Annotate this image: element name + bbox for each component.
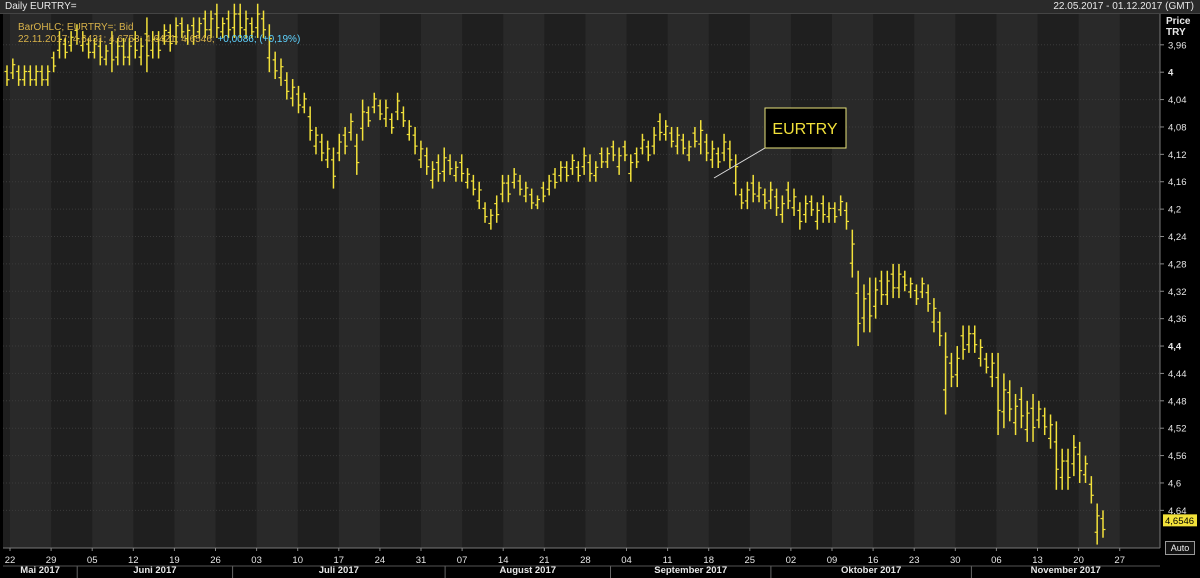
month-label: Mai 2017 — [20, 565, 60, 576]
week-band — [10, 14, 52, 548]
date-tick-label: 27 — [1114, 555, 1125, 566]
month-label: November 2017 — [1031, 565, 1101, 576]
legend-change: +0,0086; (+0,19%) — [217, 34, 301, 45]
week-band — [92, 14, 134, 548]
date-axis-bg — [0, 548, 1200, 578]
price-tick-label: 4,2 — [1168, 205, 1181, 216]
date-tick-label: 07 — [457, 555, 468, 566]
date-tick-label: 25 — [745, 555, 756, 566]
date-tick-label: 03 — [251, 555, 262, 566]
month-label: Juni 2017 — [133, 565, 176, 576]
week-band — [421, 14, 463, 548]
date-tick-label: 23 — [909, 555, 920, 566]
week-band — [174, 14, 216, 548]
price-tick-label: 4,36 — [1168, 314, 1187, 325]
legend-series-line: BarOHLC; EURTRY=; Bid — [18, 22, 134, 33]
date-tick-label: 02 — [786, 555, 797, 566]
legend-ohlc-values: 22.11.2017; 4,6431; 4,6753; 4,6421; 4,65… — [18, 34, 215, 45]
price-axis: 3,96 4 4,04 4,08 4,12 4,16 4,2 4,24 4,28 4,32 4,36… — [1159, 14, 1197, 548]
callout-label: EURTRY — [772, 121, 838, 138]
month-label: Oktober 2017 — [841, 565, 901, 576]
date-tick-label: 28 — [580, 555, 591, 566]
ohlc-chart[interactable]: EURTRY 3,96 4 4,04 4,08 4,12 4,16 4,2 4,24 4,28 4… — [0, 0, 1200, 578]
week-band — [832, 14, 874, 548]
date-tick-label: 10 — [292, 555, 303, 566]
date-axis: 22 29 05 12 19 26 03 10 17 24 31 07 14 21 28 04 11 18 25 02… — [0, 547, 1200, 578]
price-tick-label: 4,16 — [1168, 177, 1187, 188]
chart-legend: BarOHLC; EURTRY=; Bid 22.11.2017; 4,6431… — [18, 22, 300, 46]
auto-scale-button[interactable]: Auto — [1165, 541, 1195, 555]
week-band — [667, 14, 709, 548]
date-tick-label: 26 — [210, 555, 221, 566]
week-band — [585, 14, 627, 548]
plot-background — [3, 14, 1160, 548]
price-tick-label: 4,4 — [1168, 342, 1182, 353]
price-tick-label: 4,44 — [1168, 369, 1187, 380]
month-label: August 2017 — [500, 565, 557, 576]
date-tick-label: 09 — [827, 555, 838, 566]
price-tick-label: 4 — [1168, 68, 1174, 79]
price-tick-label: 4,56 — [1168, 451, 1187, 462]
price-tick-label: 3,96 — [1168, 40, 1187, 51]
price-tick-label: 4,24 — [1168, 232, 1187, 243]
last-price-label: 4,6546 — [1165, 516, 1194, 527]
price-tick-label: 4,48 — [1168, 396, 1187, 407]
date-tick-label: 30 — [950, 555, 961, 566]
price-tick-label: 4,52 — [1168, 424, 1187, 435]
month-label: September 2017 — [654, 565, 727, 576]
price-tick-label: 4,12 — [1168, 150, 1187, 161]
legend-values-line: 22.11.2017; 4,6431; 4,6753; 4,6421; 4,65… — [18, 34, 300, 46]
price-tick-label: 4,28 — [1168, 259, 1187, 270]
date-tick-label: 04 — [621, 555, 632, 566]
date-tick-label: 06 — [991, 555, 1002, 566]
date-tick-label: 05 — [87, 555, 98, 566]
price-tick-label: 4,32 — [1168, 287, 1187, 298]
price-tick-label: 4,04 — [1168, 95, 1187, 106]
date-tick-label: 31 — [416, 555, 427, 566]
price-tick-label: 4,08 — [1168, 122, 1187, 133]
month-label: Juli 2017 — [319, 565, 359, 576]
week-band — [749, 14, 791, 548]
price-tick-label: 4,6 — [1168, 478, 1181, 489]
week-band — [996, 14, 1038, 548]
week-band — [256, 14, 298, 548]
week-band — [503, 14, 545, 548]
date-tick-label: 24 — [375, 555, 386, 566]
date-tick-label: 22 — [5, 555, 16, 566]
week-band — [914, 14, 956, 548]
